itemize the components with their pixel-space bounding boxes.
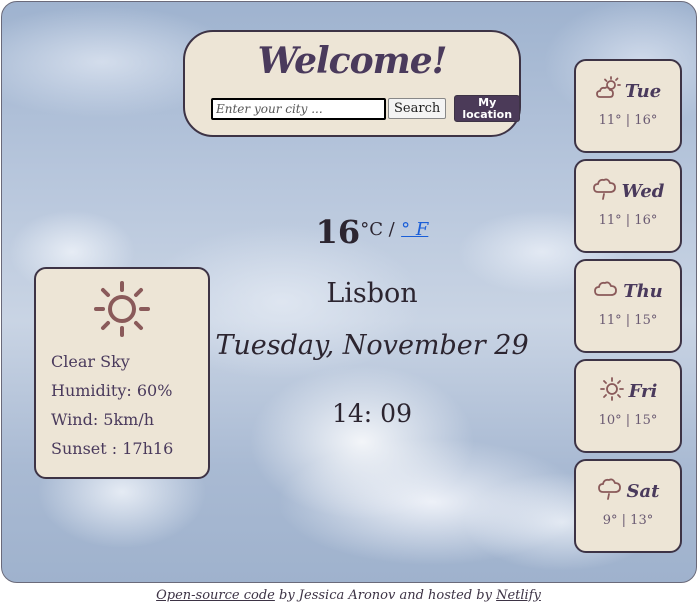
sunset-text: Sunset : 17h16 [51,439,174,458]
search-form: Search My location [211,95,521,122]
forecast-card-sat: Sat 9° | 13° [574,459,682,553]
search-button[interactable]: Search [388,98,447,119]
city-search-input[interactable] [211,97,386,120]
source-code-link[interactable]: Open-source code [156,588,275,603]
details-list: Clear Sky Humidity: 60% Wind: 5km/h Suns… [51,347,173,463]
forecast-card-wed: Wed 11° | 16° [574,159,682,253]
footer: Open-source code by Jessica Aronov and h… [0,588,697,603]
sun-icon [599,376,625,406]
fahrenheit-link[interactable]: ° F [401,219,428,240]
forecast-day-name: Fri [628,380,658,402]
netlify-link[interactable]: Netlify [496,588,541,603]
forecast-temps: 11° | 16° [598,113,658,128]
forecast-day-name: Wed [621,180,665,202]
rain-cloud-icon [597,476,623,506]
forecast-card-thu: Thu 11° | 15° [574,259,682,353]
forecast-day-name: Thu [623,280,663,302]
my-location-button[interactable]: My location [454,95,521,122]
my-location-label-line2: location [462,107,513,121]
forecast-temps: 10° | 15° [598,413,658,428]
city-name: Lisbon [326,278,418,309]
humidity-text: Humidity: 60% [51,381,173,400]
footer-text: by Jessica Aronov and hosted by [274,588,497,603]
condition-text: Clear Sky [51,352,130,371]
partly-cloudy-icon [595,76,621,106]
temperature-value: 16 [315,213,361,251]
weather-app: Welcome! Search My location 16°C / ° F L… [1,1,697,583]
weather-details-card: Clear Sky Humidity: 60% Wind: 5km/h Suns… [34,267,210,479]
welcome-title: Welcome! [257,40,448,82]
current-time: 14: 09 [332,399,412,428]
forecast-day-name: Sat [626,480,660,502]
forecast-temps: 11° | 16° [598,213,658,228]
current-date: Tuesday, November 29 [215,330,529,361]
forecast-day-name: Tue [624,80,662,102]
celsius-unit: °C / [360,219,395,240]
forecast-temps: 11° | 15° [598,313,658,328]
wind-text: Wind: 5km/h [51,410,155,429]
forecast-card-fri: Fri 10° | 15° [574,359,682,453]
forecast-card-tue: Tue 11° | 16° [574,59,682,153]
current-temperature: 16°C / ° F [207,213,537,251]
rain-cloud-icon [592,176,618,206]
cloud-icon [593,276,619,306]
forecast-temps: 9° | 13° [602,513,654,528]
sun-icon [92,279,152,343]
header-card: Welcome! Search My location [183,30,521,137]
